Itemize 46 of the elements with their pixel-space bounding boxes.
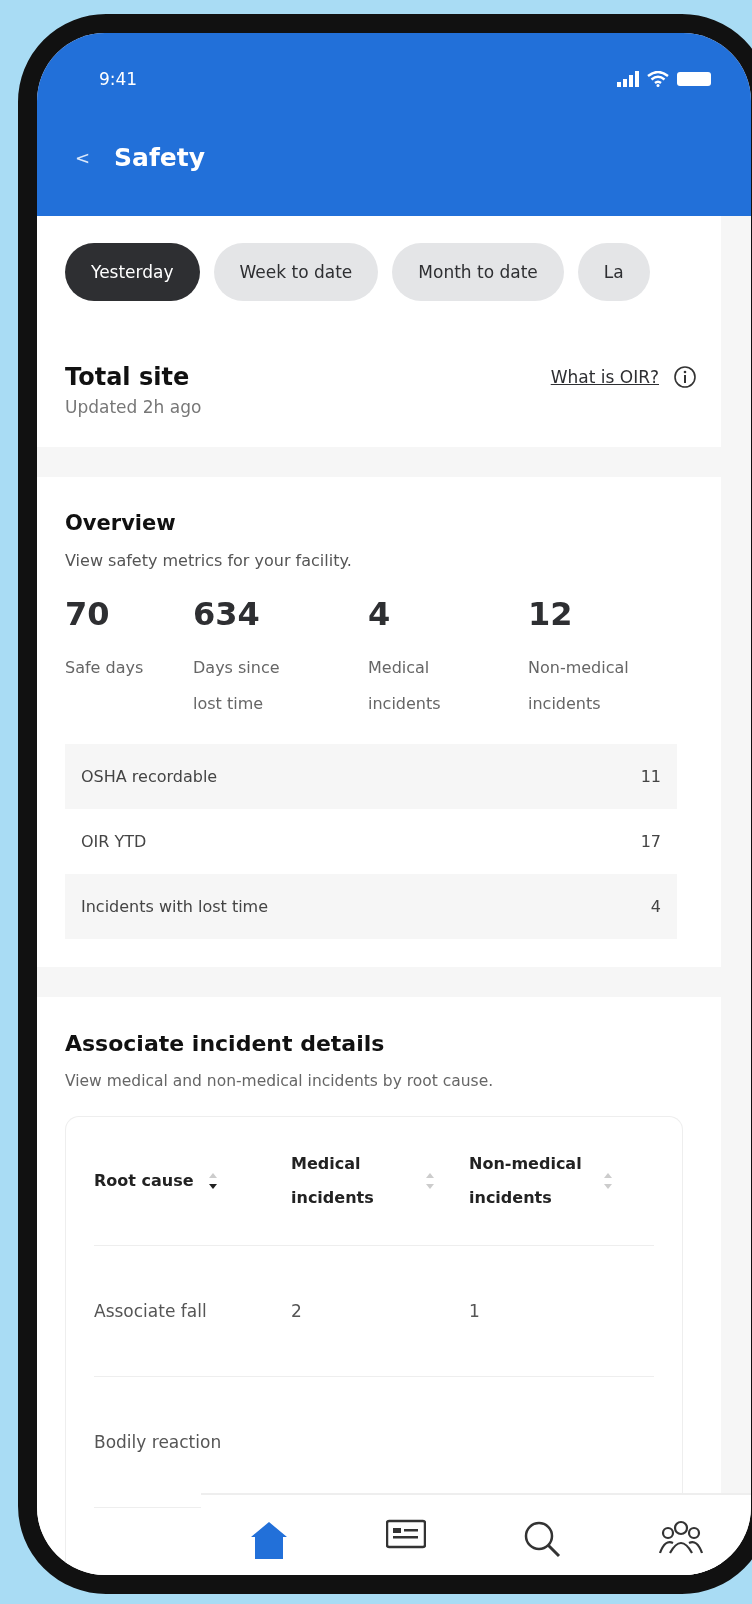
column-header[interactable]: Non-medical incidents [469, 1147, 589, 1215]
section-title: Total site [65, 363, 191, 391]
metric-value: 17 [640, 832, 661, 851]
metric-label: OSHA recordable [81, 767, 218, 786]
stat-label: Medical incidents [368, 657, 442, 715]
metric-label: Incidents with lost time [81, 897, 269, 916]
nav-tab[interactable] [658, 1519, 703, 1555]
card-subtitle: View medical and non-medical incidents by root cause. [65, 1072, 495, 1090]
stat-label: Safe days [65, 657, 144, 679]
stat-label: Days since lost time [193, 657, 281, 715]
people-icon [658, 1519, 703, 1555]
metric-value: 4 [650, 897, 661, 916]
updated-text: Updated 2h ago [65, 397, 202, 417]
filter-chip[interactable]: Month to date [392, 243, 564, 301]
search-icon [522, 1519, 563, 1559]
metric-label: OIR YTD [81, 832, 147, 851]
table-cell-text: Bodily reaction [94, 1431, 222, 1454]
table-cell-text: Associate fall [94, 1300, 207, 1323]
table-cell-text: 2 [291, 1300, 302, 1323]
filter-chip[interactable]: Week to date [213, 243, 379, 301]
card-title: Associate incident details [65, 1031, 386, 1056]
stat-value: 634 [193, 594, 261, 635]
info-icon[interactable] [673, 365, 697, 389]
status-time: 9:41 [99, 69, 138, 89]
metric-value: 11 [640, 767, 661, 786]
page-title: Safety [114, 143, 206, 172]
table-cell-text: 1 [469, 1300, 480, 1323]
card-subtitle: View safety metrics for your facility. [65, 551, 353, 570]
wifi-icon [647, 71, 669, 87]
nav-tab[interactable] [522, 1519, 563, 1559]
id-card-icon [385, 1519, 426, 1549]
stat-value: 70 [65, 594, 111, 635]
card-title: Overview [65, 511, 177, 535]
signal-icon [617, 71, 639, 87]
oir-link[interactable]: What is OIR? [550, 367, 659, 387]
column-header[interactable]: Root cause [94, 1164, 194, 1198]
filter-chip[interactable]: La [577, 243, 650, 301]
stat-value: 4 [368, 594, 392, 635]
filter-chip[interactable]: Yesterday [65, 243, 200, 301]
nav-tab[interactable] [385, 1519, 426, 1549]
sort-icon[interactable] [207, 1172, 218, 1190]
battery-icon [677, 72, 711, 86]
stat-label: Non-medical incidents [528, 657, 630, 715]
stat-value: 12 [528, 594, 574, 635]
column-header[interactable]: Medical incidents [291, 1147, 411, 1215]
back-button[interactable]: < [75, 147, 91, 168]
